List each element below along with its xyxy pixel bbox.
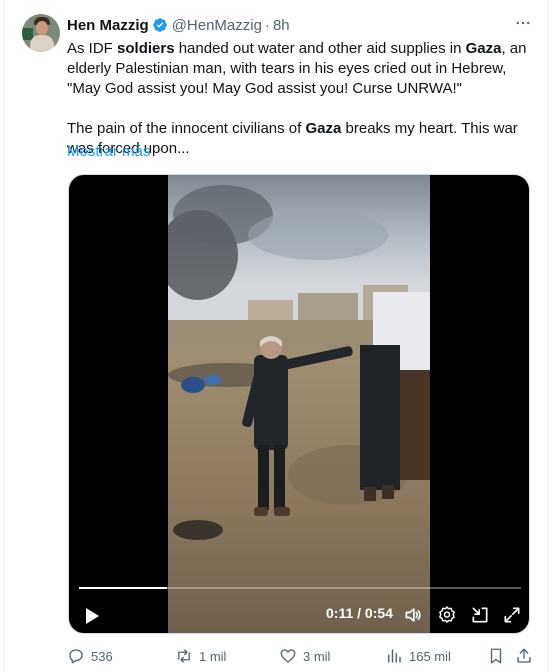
volume-icon bbox=[405, 608, 421, 622]
minimize-button[interactable] bbox=[469, 604, 491, 626]
fullscreen-icon bbox=[504, 607, 520, 623]
repost-icon bbox=[178, 649, 190, 663]
author-name[interactable]: Hen Mazzig bbox=[67, 17, 149, 34]
tweet-time[interactable]: 8h bbox=[273, 17, 290, 34]
tweet-text: As IDF soldiers handed out water and oth… bbox=[67, 39, 529, 159]
like-icon bbox=[280, 649, 296, 663]
video-progress-bar[interactable] bbox=[79, 587, 521, 589]
reply-button[interactable]: 536 bbox=[67, 646, 113, 666]
play-icon bbox=[86, 608, 99, 624]
views-button[interactable]: 165 mil bbox=[385, 646, 451, 666]
share-button[interactable] bbox=[515, 646, 539, 666]
video-frame[interactable] bbox=[168, 175, 430, 633]
minimize-icon bbox=[472, 607, 488, 623]
verified-badge-icon bbox=[152, 18, 167, 32]
separator-dot: · bbox=[264, 16, 270, 34]
tweet-paragraph-1: As IDF soldiers handed out water and oth… bbox=[67, 40, 527, 97]
author-handle[interactable]: @HenMazzig bbox=[172, 17, 262, 34]
repost-button[interactable]: 1 mil bbox=[175, 646, 226, 666]
tweet-card[interactable]: Hen Mazzig @HenMazzig · 8h As IDF soldie… bbox=[4, 0, 549, 672]
views-icon bbox=[388, 649, 401, 663]
avatar[interactable] bbox=[22, 14, 60, 52]
show-more-link[interactable]: Mostrar más bbox=[67, 143, 150, 160]
video-duration: 0:54 bbox=[364, 605, 393, 621]
video-player[interactable]: 0:11 / 0:54 bbox=[68, 174, 530, 634]
volume-button[interactable] bbox=[402, 604, 424, 626]
settings-icon bbox=[439, 606, 455, 623]
repost-count: 1 mil bbox=[199, 648, 227, 664]
like-count: 3 mil bbox=[303, 648, 331, 664]
video-progress-fill bbox=[79, 587, 168, 589]
video-still-image bbox=[168, 175, 430, 633]
views-count: 165 mil bbox=[409, 648, 451, 664]
more-icon bbox=[516, 21, 530, 25]
settings-button[interactable] bbox=[436, 604, 458, 626]
tweet-header: Hen Mazzig @HenMazzig · 8h bbox=[67, 15, 290, 35]
tweet-actions: 536 1 mil 3 mil 165 mil bbox=[67, 646, 537, 666]
bookmark-button[interactable] bbox=[487, 646, 511, 666]
video-time-readout: 0:11 / 0:54 bbox=[326, 605, 393, 621]
share-icon bbox=[517, 648, 531, 663]
video-current-time: 0:11 bbox=[326, 605, 354, 621]
video-time-separator: / bbox=[353, 605, 365, 621]
bookmark-icon bbox=[490, 648, 502, 664]
play-button[interactable] bbox=[81, 605, 103, 627]
more-options-button[interactable] bbox=[512, 12, 534, 34]
like-button[interactable]: 3 mil bbox=[279, 646, 330, 666]
reply-count: 536 bbox=[91, 648, 113, 664]
fullscreen-button[interactable] bbox=[501, 604, 523, 626]
reply-icon bbox=[69, 649, 83, 664]
